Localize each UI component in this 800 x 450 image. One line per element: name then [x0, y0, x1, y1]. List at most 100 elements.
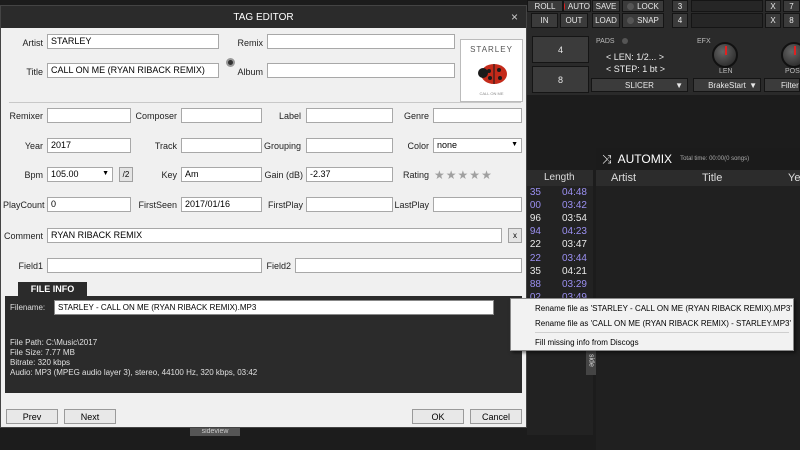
menu-item-rename-artist-title[interactable]: Rename file as 'STARLEY - CALL ON ME (RY…: [535, 304, 792, 313]
lock-button[interactable]: LOCK: [622, 0, 664, 12]
artist-label: Artist: [22, 38, 43, 48]
title-field[interactable]: CALL ON ME (RYAN RIBACK REMIX): [47, 63, 219, 78]
list-item[interactable]: 22 03:44: [527, 253, 589, 266]
file-info-tab-label: FILE INFO: [30, 284, 75, 294]
slot-4[interactable]: 4: [672, 13, 688, 28]
album-cover[interactable]: STARLEY CALL ON ME: [460, 39, 523, 102]
composer-field[interactable]: [181, 108, 262, 123]
star-icon[interactable]: ★: [446, 168, 458, 182]
remixer-label: Remixer: [9, 111, 43, 121]
x-button-1[interactable]: X: [765, 0, 781, 12]
song-list-header: Length: [527, 170, 593, 186]
star-icon[interactable]: ★: [458, 168, 470, 182]
comment-field[interactable]: RYAN RIBACK REMIX: [47, 228, 502, 243]
slot-8[interactable]: 8: [783, 13, 800, 28]
len-knob-label: LEN: [719, 68, 733, 75]
prev-button[interactable]: Prev: [6, 409, 58, 424]
slot-3[interactable]: 3: [672, 0, 688, 12]
menu-item-fill-discogs[interactable]: Fill missing info from Discogs: [535, 338, 639, 347]
roll-button[interactable]: ROLL: [527, 0, 563, 12]
filename-field[interactable]: STARLEY - CALL ON ME (RYAN RIBACK REMIX)…: [54, 300, 494, 315]
rating-stars[interactable]: ★★★★★: [434, 168, 493, 182]
firstseen-label: FirstSeen: [138, 200, 177, 210]
remixer-field[interactable]: [47, 108, 131, 123]
step-value[interactable]: < STEP: 1 bt >: [606, 64, 665, 74]
album-field[interactable]: [267, 63, 455, 78]
star-icon[interactable]: ★: [434, 168, 446, 182]
snap-button[interactable]: SNAP: [622, 13, 664, 28]
menu-item-rename-title-artist[interactable]: Rename file as 'CALL ON ME (RYAN RIBACK …: [535, 319, 791, 328]
x1-label: X: [770, 1, 776, 11]
grouping-field[interactable]: [306, 138, 393, 153]
key-field[interactable]: Am: [181, 167, 262, 182]
list-item[interactable]: 00 03:42: [527, 200, 589, 213]
genre-field[interactable]: [433, 108, 522, 123]
lastplay-field[interactable]: [433, 197, 522, 212]
x-button-2[interactable]: X: [765, 13, 781, 28]
genre-label: Genre: [403, 111, 429, 121]
year-column-header[interactable]: Ye: [788, 172, 800, 184]
len-knob[interactable]: [712, 42, 738, 68]
list-item[interactable]: 35 04:21: [527, 266, 589, 279]
slot-3-label: 3: [677, 1, 683, 11]
playcount-field[interactable]: 0: [47, 197, 131, 212]
slicer-dropdown[interactable]: SLICER ▼: [591, 78, 688, 92]
bpm-select[interactable]: 105.00 ▼: [47, 167, 113, 182]
playcount-label: PlayCount: [3, 200, 45, 210]
automix-total-time: Total time: 00:00(0 songs): [680, 156, 750, 162]
list-item[interactable]: 94 04:23: [527, 226, 589, 239]
pad-4-button[interactable]: 4: [532, 36, 589, 63]
firstseen-field[interactable]: 2017/01/16: [181, 197, 262, 212]
in-label: IN: [540, 16, 549, 25]
track-field[interactable]: [181, 138, 262, 153]
clear-comment-button[interactable]: x: [508, 228, 522, 243]
list-item[interactable]: 96 03:54: [527, 213, 589, 226]
slot-3-field[interactable]: [691, 0, 763, 12]
brakestart-dropdown[interactable]: BrakeStart ▼: [693, 78, 761, 92]
file-info-tab[interactable]: FILE INFO: [18, 282, 87, 296]
save-button[interactable]: SAVE: [592, 0, 620, 12]
next-button[interactable]: Next: [64, 409, 116, 424]
remix-field[interactable]: [267, 34, 455, 49]
grouping-label: Grouping: [263, 141, 301, 151]
cancel-button[interactable]: Cancel: [470, 409, 522, 424]
loop-in-button[interactable]: IN: [531, 13, 558, 28]
year-field[interactable]: 2017: [47, 138, 131, 153]
pad-8-button[interactable]: 8: [532, 66, 589, 93]
half-bpm-button[interactable]: /2: [119, 167, 133, 182]
pos-knob[interactable]: [781, 42, 800, 68]
list-item[interactable]: 22 03:47: [527, 239, 589, 252]
swap-radio[interactable]: [226, 58, 235, 67]
length-column-header[interactable]: Length: [544, 172, 575, 183]
shuffle-icon[interactable]: ⤨: [602, 152, 612, 167]
firstplay-field[interactable]: [306, 197, 393, 212]
list-item[interactable]: 35 04:48: [527, 187, 589, 200]
tag-editor-titlebar[interactable]: TAG EDITOR ×: [1, 6, 526, 28]
field1-input[interactable]: [47, 258, 262, 273]
artist-field[interactable]: STARLEY: [47, 34, 219, 49]
album-label: Album: [237, 67, 263, 77]
loop-out-button[interactable]: OUT: [560, 13, 588, 28]
load-button[interactable]: LOAD: [592, 13, 620, 28]
artist-column-header[interactable]: Artist: [611, 172, 636, 184]
slot-7-label: 7: [789, 1, 794, 11]
gain-field[interactable]: -2.37: [306, 167, 393, 182]
ok-button[interactable]: OK: [412, 409, 464, 424]
field2-input[interactable]: [295, 258, 522, 273]
auto-button[interactable]: AUTO: [563, 0, 591, 12]
sideview-tab[interactable]: sideview: [190, 428, 240, 436]
list-item-partial-value: 35: [529, 187, 541, 198]
close-icon[interactable]: ×: [511, 10, 518, 24]
star-icon[interactable]: ★: [469, 168, 481, 182]
slot-7[interactable]: 7: [783, 0, 800, 12]
color-select[interactable]: none ▼: [433, 138, 522, 153]
star-icon[interactable]: ★: [481, 168, 493, 182]
len-value[interactable]: < LEN: 1/2... >: [606, 52, 664, 62]
title-column-header[interactable]: Title: [702, 172, 722, 184]
filter-dropdown[interactable]: Filter: [764, 78, 800, 92]
list-item[interactable]: 88 03:29: [527, 279, 589, 292]
bpm-select-value: 105.00: [51, 169, 79, 179]
slicer-label: SLICER: [625, 80, 654, 90]
label-field[interactable]: [306, 108, 393, 123]
slot-4-field[interactable]: [691, 13, 763, 28]
